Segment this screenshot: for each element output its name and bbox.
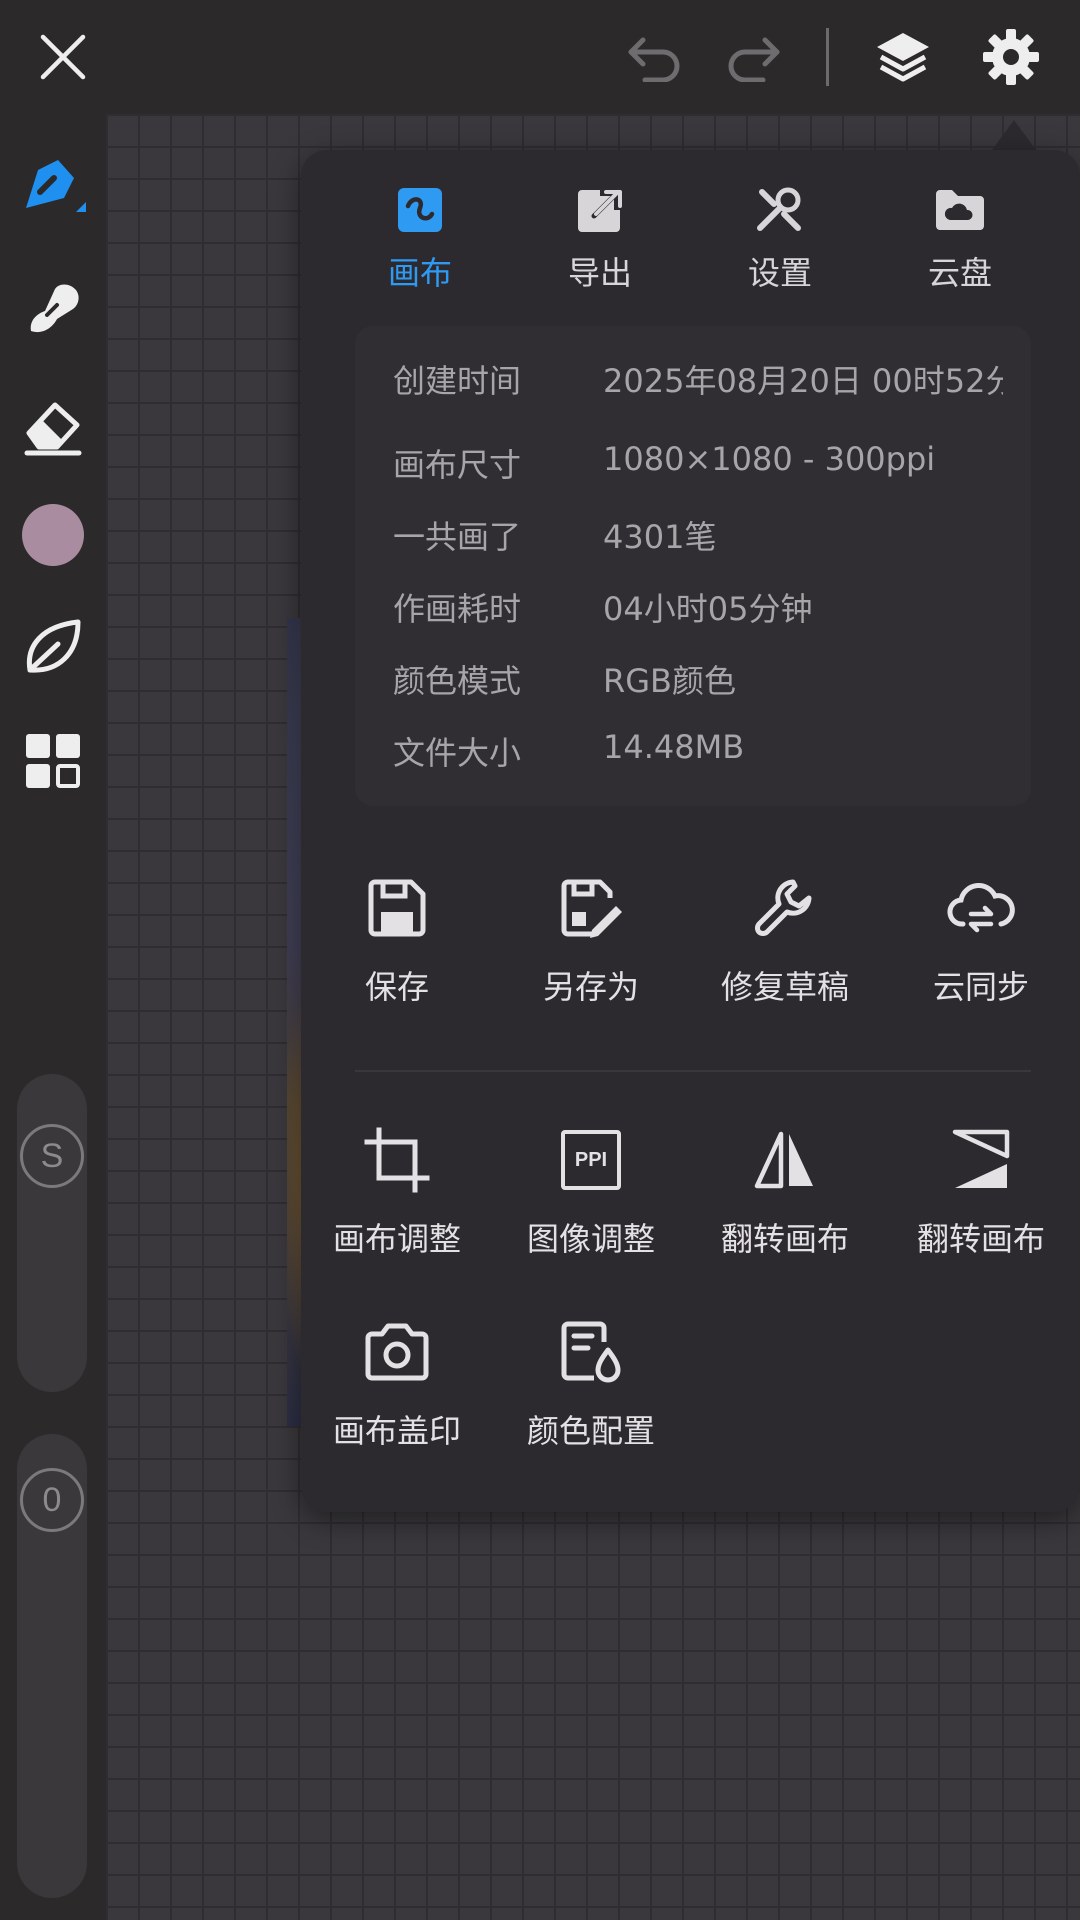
color-picker-button[interactable]	[18, 500, 88, 570]
grid-icon	[26, 734, 80, 788]
export-icon	[578, 189, 622, 232]
save-as-button[interactable]: 另存为	[501, 868, 681, 1008]
flip-canvas-horizontal-button[interactable]: 翻转画布	[695, 1120, 875, 1260]
eraser-icon	[24, 402, 82, 456]
smudge-icon	[30, 284, 79, 333]
app-root: S 0 画布 导出 设置 云盘 创建时间 2025年08月20日 00时52分 …	[0, 0, 1080, 1920]
redo-button[interactable]	[718, 22, 788, 92]
panel-pointer	[992, 120, 1036, 150]
color-profile-icon	[561, 1321, 621, 1383]
cloud-sync-icon	[947, 883, 1015, 933]
leaf-icon	[26, 619, 81, 673]
opacity-knob[interactable]: 0	[20, 1468, 84, 1532]
tab-cloud[interactable]: 云盘	[895, 184, 1025, 304]
undo-icon	[628, 37, 680, 82]
wrench-icon	[755, 879, 812, 936]
save-button[interactable]: 保存	[307, 868, 487, 1008]
camera-icon	[365, 1323, 429, 1381]
canvas-tab-icon	[398, 188, 442, 232]
topbar-divider	[826, 28, 829, 86]
flip-horizontal-icon	[754, 1131, 813, 1189]
close-icon	[40, 34, 86, 80]
pen-tool-button[interactable]	[18, 154, 88, 224]
smudge-tool-button[interactable]	[18, 274, 88, 344]
canvas-info-card: 创建时间 2025年08月20日 00时52分 画布尺寸 1080×1080 -…	[355, 326, 1031, 806]
layers-button[interactable]	[868, 22, 938, 92]
panel-divider	[355, 1070, 1031, 1072]
opacity-slider[interactable]: 0	[17, 1434, 87, 1898]
pen-icon	[26, 160, 86, 212]
canvas-stamp-button[interactable]: 画布盖印	[307, 1312, 487, 1452]
crop-icon	[364, 1127, 430, 1193]
brush-size-slider[interactable]: S	[17, 1074, 87, 1392]
cloud-sync-button[interactable]: 云同步	[891, 868, 1071, 1008]
color-profile-button[interactable]: 颜色配置	[501, 1312, 681, 1452]
brush-library-button[interactable]	[18, 612, 88, 682]
image-adjust-button[interactable]: PPI 图像调整	[501, 1120, 681, 1260]
flip-canvas-vertical-button[interactable]: 翻转画布	[891, 1120, 1071, 1260]
top-bar	[0, 0, 1080, 114]
left-toolbar: S 0	[0, 114, 106, 1920]
save-icon	[368, 879, 426, 937]
save-as-icon	[561, 879, 622, 938]
eraser-tool-button[interactable]	[18, 392, 88, 462]
layers-icon	[877, 33, 929, 82]
canvas-adjust-button[interactable]: 画布调整	[307, 1120, 487, 1260]
ppi-icon: PPI	[561, 1130, 621, 1190]
cloud-folder-icon	[936, 190, 984, 230]
color-swatch	[22, 504, 84, 566]
canvas-menu-panel: 画布 导出 设置 云盘 创建时间 2025年08月20日 00时52分 画布尺寸…	[301, 150, 1080, 1512]
redo-icon	[728, 37, 780, 82]
tools-icon	[757, 187, 801, 231]
brush-size-knob[interactable]: S	[20, 1124, 84, 1188]
tab-export[interactable]: 导出	[535, 184, 665, 304]
repair-draft-button[interactable]: 修复草稿	[695, 868, 875, 1008]
grid-tool-button[interactable]	[18, 726, 88, 796]
gear-icon	[983, 29, 1039, 85]
settings-button[interactable]	[976, 22, 1046, 92]
close-button[interactable]	[28, 22, 98, 92]
tab-canvas[interactable]: 画布	[355, 184, 485, 304]
tab-settings[interactable]: 设置	[715, 184, 845, 304]
flip-vertical-icon	[952, 1129, 1010, 1188]
undo-button[interactable]	[620, 22, 690, 92]
